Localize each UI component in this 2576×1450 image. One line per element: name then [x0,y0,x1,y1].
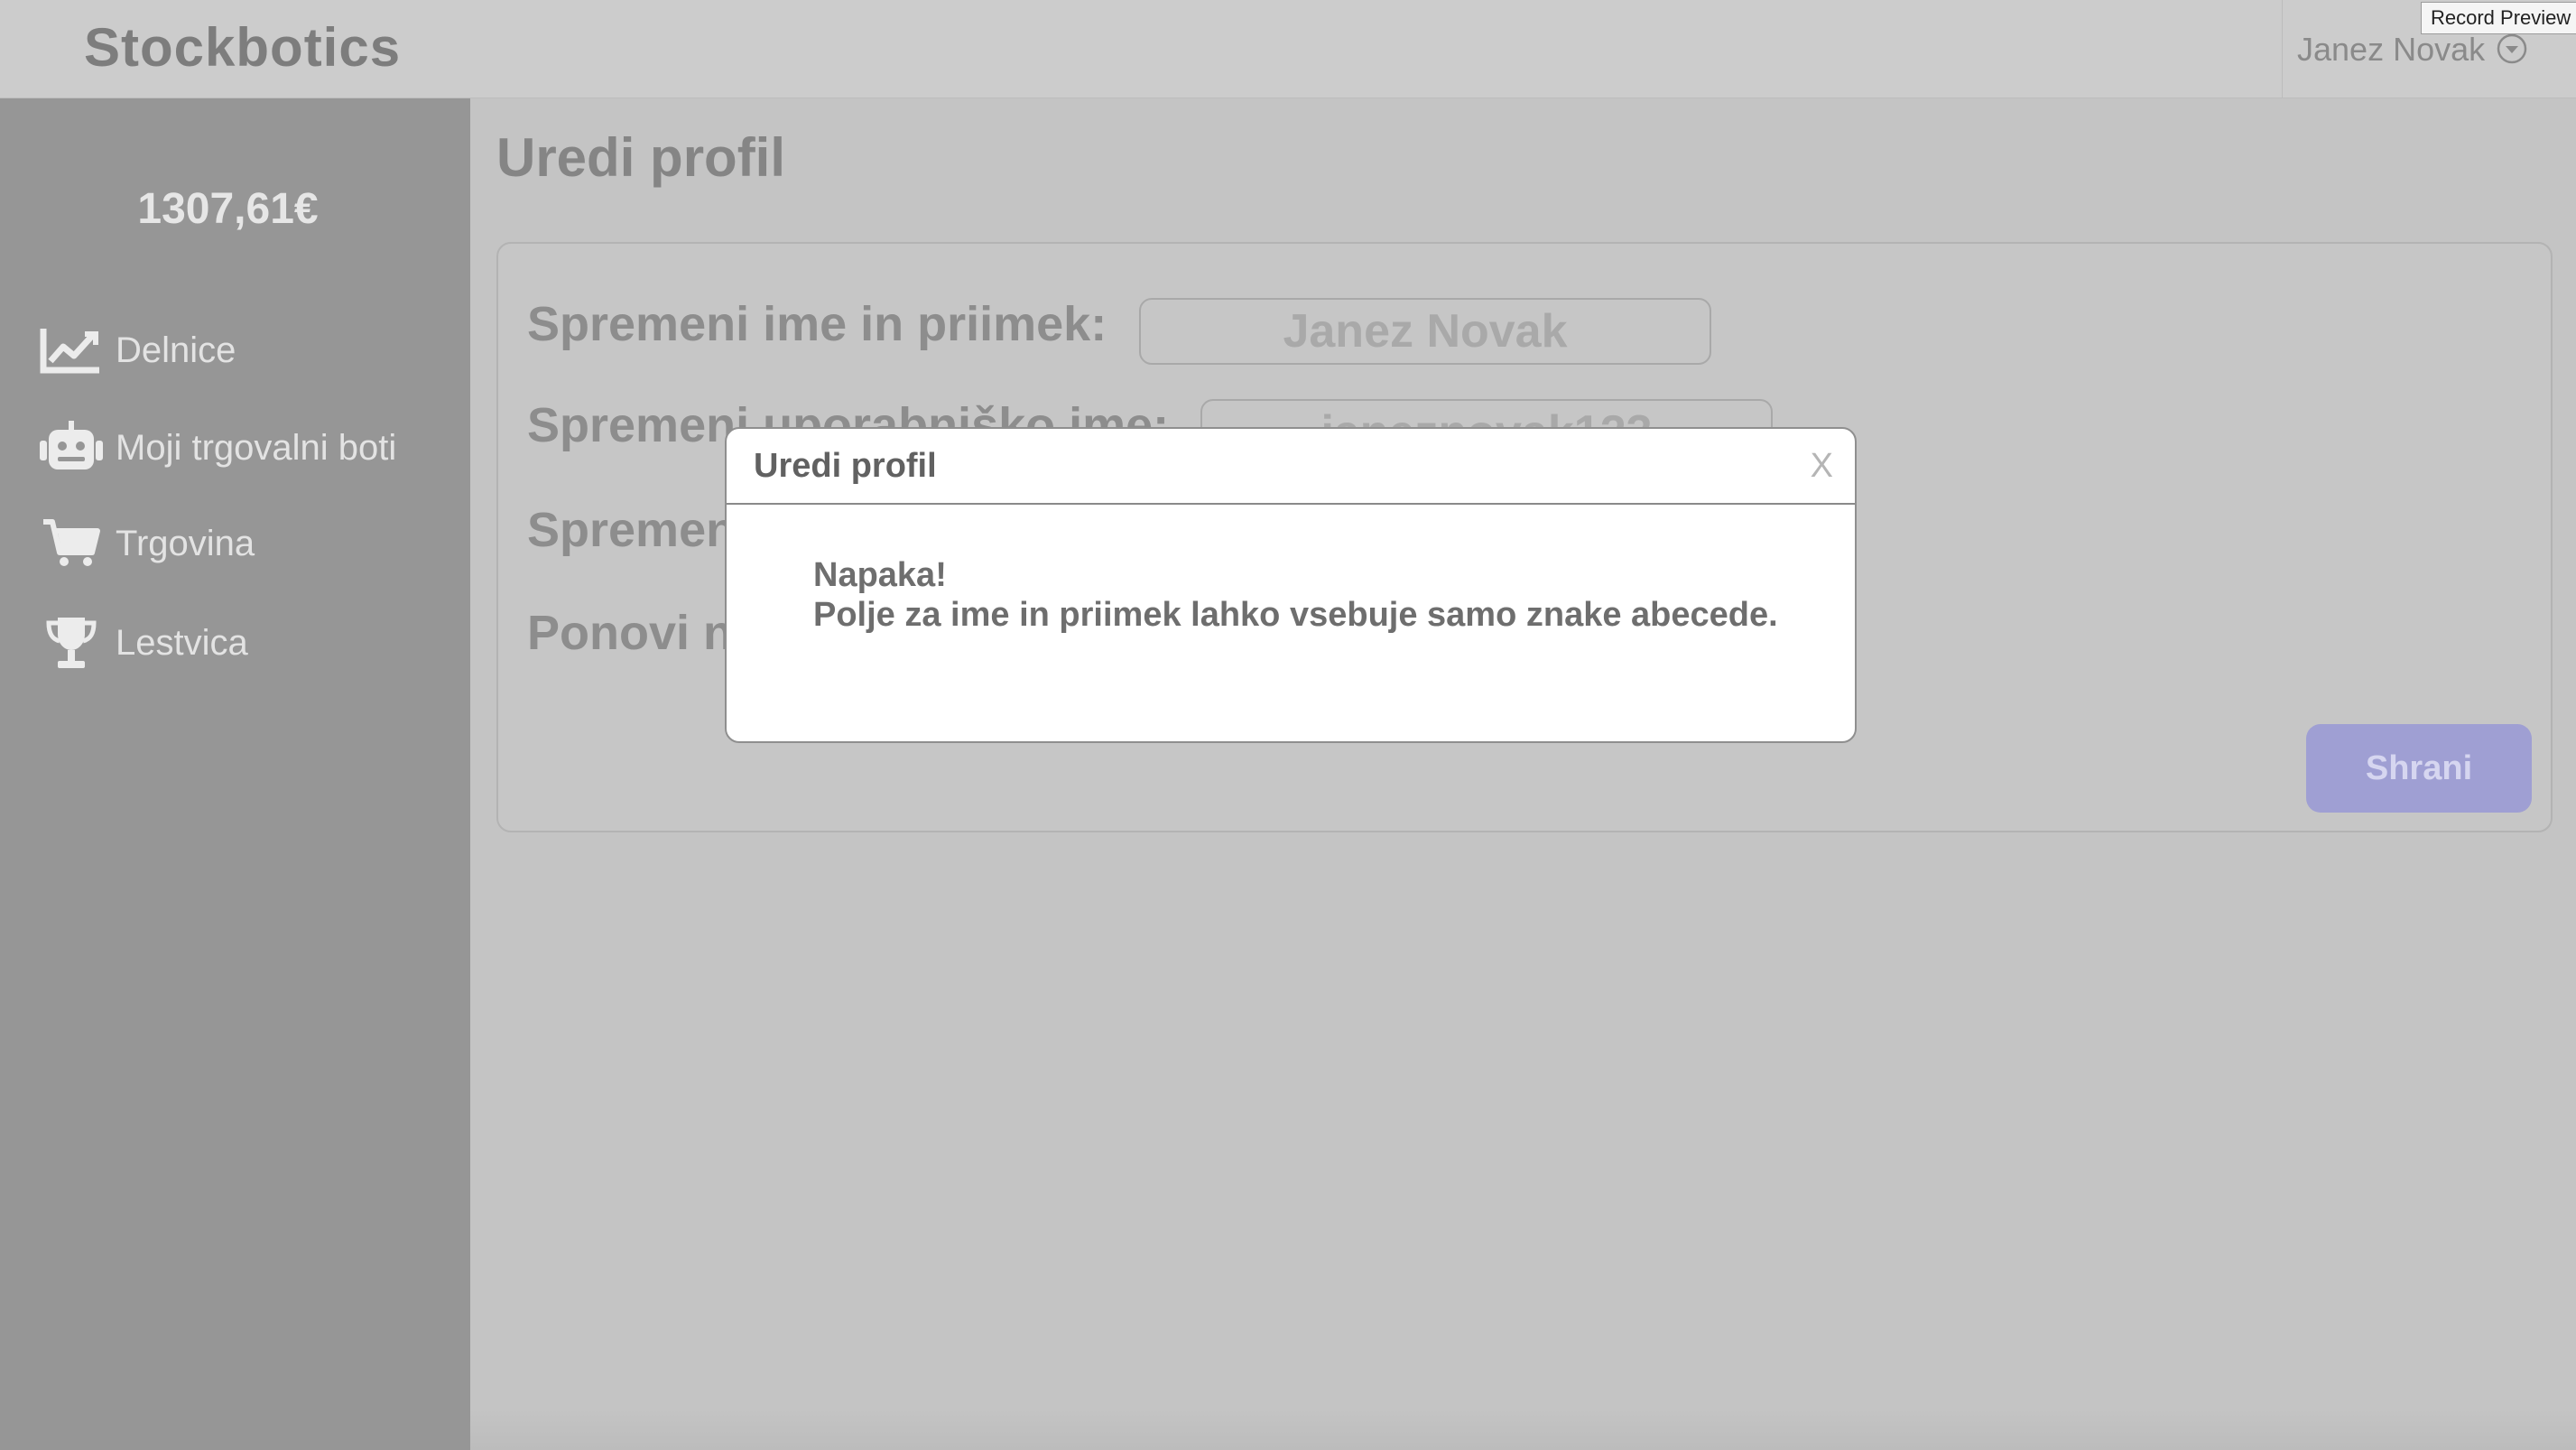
error-description: Polje za ime in priimek lahko vsebuje sa… [813,596,1778,634]
modal-message: Napaka! Polje za ime in priimek lahko vs… [813,555,1788,635]
sidebar: 1307,61€ Delnice Moji trgovalni boti Trg… [0,98,470,1450]
chevron-down-icon[interactable] [2496,33,2528,65]
bottom-shade [470,1408,2576,1450]
sidebar-item-label: Lestvica [116,622,248,663]
user-name[interactable]: Janez Novak [2297,31,2485,69]
chart-line-icon [40,323,105,377]
sidebar-item-label: Moji trgovalni boti [116,427,397,468]
close-icon[interactable]: X [1811,447,1833,486]
modal-title: Uredi profil [754,447,937,485]
page-title: Uredi profil [496,127,786,188]
sidebar-item-trgovina[interactable]: Trgovina [40,512,255,575]
app-logo[interactable]: Stockbotics [84,16,401,79]
account-balance: 1307,61€ [137,185,319,233]
name-label: Spremeni ime in priimek: [527,297,1107,351]
sidebar-item-lestvica[interactable]: Lestvica [40,611,248,674]
record-preview-tooltip: Record Preview [2421,2,2576,34]
sidebar-item-delnice[interactable]: Delnice [40,319,236,382]
sidebar-item-label: Delnice [116,330,236,370]
modal-header: Uredi profil X [727,429,1855,505]
robot-icon [40,421,105,475]
sidebar-item-moji-trgovalni-boti[interactable]: Moji trgovalni boti [40,416,396,479]
sidebar-item-label: Trgovina [116,523,255,563]
shopping-cart-icon [40,516,105,571]
error-heading: Napaka! [813,556,947,594]
trophy-icon [40,616,105,670]
error-modal: Uredi profil X Napaka! Polje za ime in p… [725,427,1857,743]
save-button[interactable]: Shrani [2306,724,2532,813]
top-header: Stockbotics Janez Novak [0,0,2576,98]
name-input[interactable] [1139,298,1711,365]
